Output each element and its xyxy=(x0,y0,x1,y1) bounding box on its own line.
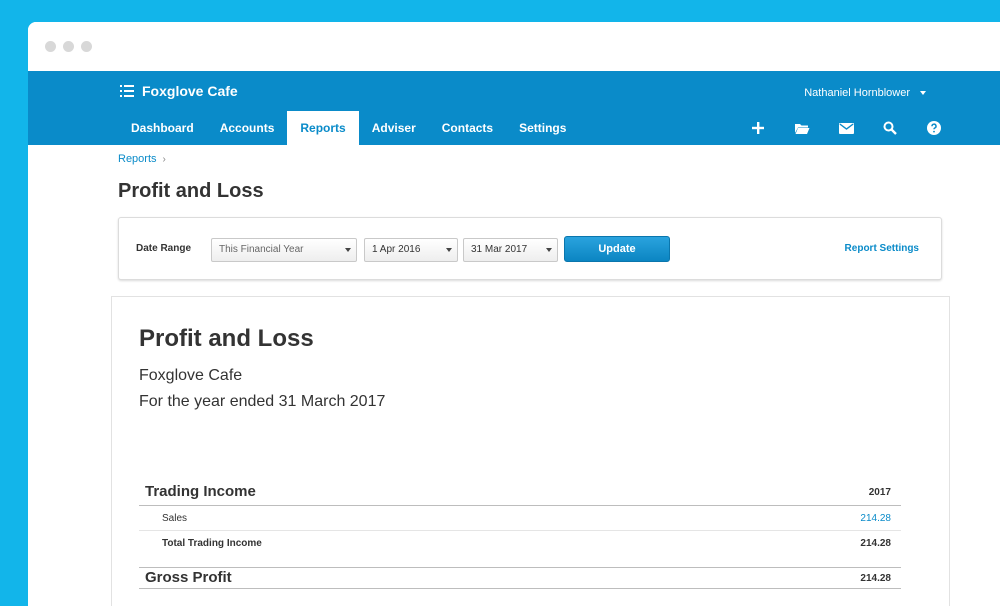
from-date-select[interactable]: 1 Apr 2016 xyxy=(364,238,458,262)
nav-contacts[interactable]: Contacts xyxy=(429,111,506,145)
breadcrumb-reports[interactable]: Reports xyxy=(118,153,157,165)
sales-label: Sales xyxy=(162,513,188,524)
from-date-value: 1 Apr 2016 xyxy=(372,244,421,255)
chevron-down-icon xyxy=(920,91,926,95)
nav-accounts[interactable]: Accounts xyxy=(207,111,288,145)
nav-icon-group xyxy=(736,111,956,145)
table-row: Sales 214.28 xyxy=(139,506,901,531)
report-period: For the year ended 31 March 2017 xyxy=(139,393,386,410)
gross-profit-value: 214.28 xyxy=(860,573,891,584)
to-date-select[interactable]: 31 Mar 2017 xyxy=(463,238,558,262)
browser-window: Foxglove Cafe Nathaniel Hornblower Dashb… xyxy=(28,22,1000,606)
date-range-value: This Financial Year xyxy=(219,244,304,255)
window-dot-minimize[interactable] xyxy=(63,41,74,52)
sales-value-link[interactable]: 214.28 xyxy=(860,513,891,524)
top-header: Foxglove Cafe Nathaniel Hornblower Dashb… xyxy=(28,71,1000,145)
search-icon[interactable] xyxy=(868,111,912,145)
total-row: Total Trading Income 214.28 xyxy=(139,531,901,556)
gross-profit-label: Gross Profit xyxy=(145,569,232,586)
plus-icon[interactable] xyxy=(736,111,780,145)
report-settings-link[interactable]: Report Settings xyxy=(845,243,919,254)
date-range-select[interactable]: This Financial Year xyxy=(211,238,357,262)
total-trading-income-label: Total Trading Income xyxy=(162,538,262,549)
user-name: Nathaniel Hornblower xyxy=(804,87,910,99)
trading-income-label: Trading Income xyxy=(145,483,256,500)
org-switcher[interactable]: Foxglove Cafe xyxy=(120,83,238,99)
nav-reports[interactable]: Reports xyxy=(287,111,359,145)
list-icon xyxy=(120,85,134,97)
breadcrumb-separator: › xyxy=(162,153,166,165)
window-dot-maximize[interactable] xyxy=(81,41,92,52)
page-title: Profit and Loss xyxy=(118,180,264,202)
date-range-label: Date Range xyxy=(136,243,192,254)
chevron-down-icon xyxy=(340,239,356,261)
user-menu[interactable]: Nathaniel Hornblower xyxy=(804,87,926,99)
report-filter-panel: Date Range This Financial Year 1 Apr 201… xyxy=(118,217,942,280)
help-icon[interactable] xyxy=(912,111,956,145)
report-document: Profit and Loss Foxglove Cafe For the ye… xyxy=(111,296,950,606)
browser-chrome xyxy=(28,22,1000,71)
report-title: Profit and Loss xyxy=(139,325,314,352)
nav-dashboard[interactable]: Dashboard xyxy=(118,111,207,145)
main-nav: Dashboard Accounts Reports Adviser Conta… xyxy=(118,111,579,145)
year-column-header: 2017 xyxy=(868,487,891,498)
nav-settings[interactable]: Settings xyxy=(506,111,579,145)
update-button[interactable]: Update xyxy=(564,236,670,262)
org-name: Foxglove Cafe xyxy=(142,83,238,99)
nav-adviser[interactable]: Adviser xyxy=(359,111,429,145)
breadcrumb: Reports › xyxy=(118,153,166,165)
total-trading-income-value: 214.28 xyxy=(860,538,891,549)
trading-income-header: Trading Income 2017 xyxy=(139,481,901,506)
window-dot-close[interactable] xyxy=(45,41,56,52)
folder-icon[interactable] xyxy=(780,111,824,145)
gross-profit-row: Gross Profit 214.28 xyxy=(139,567,901,589)
chevron-down-icon xyxy=(441,239,457,261)
report-org-name: Foxglove Cafe xyxy=(139,367,243,384)
mail-icon[interactable] xyxy=(824,111,868,145)
chevron-down-icon xyxy=(541,239,557,261)
to-date-value: 31 Mar 2017 xyxy=(471,244,528,255)
